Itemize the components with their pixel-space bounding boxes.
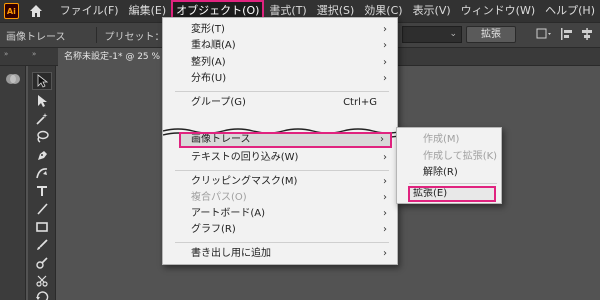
chevron-down-icon: ⌄	[449, 29, 457, 39]
chevron-right-icon: ›	[383, 73, 387, 84]
menu-item-arrange[interactable]: 重ね順(A) ›	[166, 38, 395, 54]
menu-item-label: 書き出し用に追加	[191, 248, 271, 259]
menu-item-label: 重ね順(A)	[191, 40, 236, 51]
chevron-right-icon: ›	[383, 57, 387, 68]
menu-item-label: クリッピングマスク(M)	[191, 176, 298, 187]
chevron-right-icon: ›	[383, 40, 387, 51]
collapse-icon[interactable]: »	[32, 50, 36, 58]
menu-item-label: アートボード(A)	[191, 208, 266, 219]
chevron-right-icon: ›	[383, 192, 387, 203]
magic-wand-icon[interactable]	[32, 110, 52, 128]
paintbrush-tool-icon[interactable]	[32, 236, 52, 254]
direct-selection-tool-icon[interactable]	[32, 92, 52, 110]
image-trace-submenu: 作成(M) 作成して拡張(K) 解除(R) 拡張(E)	[396, 127, 502, 204]
illustrator-logo: Ai	[4, 3, 19, 19]
transform-icon[interactable]	[536, 27, 551, 41]
menu-item-text-wrap[interactable]: テキストの回り込み(W) ›	[166, 150, 395, 166]
menu-item-transform[interactable]: 変形(T) ›	[166, 22, 395, 38]
appearance-panel-icon[interactable]	[5, 72, 21, 86]
collapse-icon[interactable]: »	[4, 50, 8, 58]
document-tab[interactable]: 名称未設定-1* @ 25 % (	[58, 48, 168, 66]
menu-item-label: 整列(A)	[191, 57, 226, 68]
home-icon[interactable]	[29, 4, 43, 18]
menu-item-distribute[interactable]: 分布(U) ›	[166, 71, 395, 87]
pen-tool-icon[interactable]	[32, 146, 52, 164]
chevron-right-icon: ›	[383, 24, 387, 35]
menu-item-group[interactable]: グループ(G) Ctrl+G	[166, 95, 395, 111]
menu-view[interactable]: 表示(V)	[408, 0, 456, 22]
separator	[95, 27, 97, 43]
type-tool-icon[interactable]	[32, 182, 52, 200]
align-left-icon[interactable]	[560, 27, 574, 41]
selection-tool-icon[interactable]	[32, 72, 52, 90]
chevron-right-icon: ›	[383, 152, 387, 163]
menu-item-label: 画像トレース	[191, 134, 251, 145]
submenu-item-make-and-expand[interactable]: 作成して拡張(K)	[400, 149, 498, 165]
menu-item-compound-path[interactable]: 複合パス(O) ›	[166, 190, 395, 206]
menu-item-artboards[interactable]: アートボード(A) ›	[166, 206, 395, 222]
chevron-right-icon: ›	[383, 224, 387, 235]
view-dropdown[interactable]: ⌄	[402, 26, 462, 43]
panel-strip	[0, 66, 26, 300]
menu-item-add-to-export[interactable]: 書き出し用に追加 ›	[166, 246, 395, 262]
menu-item-label: テキストの回り込み(W)	[191, 152, 299, 163]
chevron-right-icon: ›	[383, 176, 387, 187]
shortcut-label: Ctrl+G	[343, 97, 377, 108]
submenu-item-make[interactable]: 作成(M)	[400, 132, 498, 148]
menu-item-label: 分布(U)	[191, 73, 227, 84]
chevron-right-icon: ›	[383, 208, 387, 219]
shaper-tool-icon[interactable]	[32, 254, 52, 272]
submenu-item-release[interactable]: 解除(R)	[400, 165, 498, 181]
menu-item-image-trace[interactable]: 画像トレース ›	[179, 132, 392, 148]
menu-item-label: 複合パス(O)	[191, 192, 247, 203]
line-tool-icon[interactable]	[32, 200, 52, 218]
menu-separator	[175, 170, 389, 171]
menu-window[interactable]: ウィンドウ(W)	[456, 0, 540, 22]
menu-separator	[175, 91, 389, 92]
curvature-tool-icon[interactable]	[32, 164, 52, 182]
lasso-icon[interactable]	[32, 128, 52, 146]
expand-button[interactable]: 拡張	[466, 26, 516, 43]
menu-help[interactable]: ヘルプ(H)	[540, 0, 600, 22]
menu-item-label: 変形(T)	[191, 24, 225, 35]
submenu-item-expand[interactable]: 拡張(E)	[408, 186, 496, 202]
rectangle-tool-icon[interactable]	[32, 218, 52, 236]
menu-separator	[409, 183, 497, 184]
menu-separator	[175, 242, 389, 243]
rotate-tool-icon[interactable]	[32, 288, 52, 300]
chevron-right-icon: ›	[380, 134, 384, 145]
preset-label: プリセット：	[104, 31, 165, 43]
align-center-icon[interactable]	[580, 27, 594, 41]
tools-panel	[28, 66, 56, 300]
mode-label: 画像トレース	[6, 31, 66, 43]
menu-item-label: グループ(G)	[191, 97, 246, 108]
menu-file[interactable]: ファイル(F)	[55, 0, 124, 22]
menu-item-graph[interactable]: グラフ(R) ›	[166, 222, 395, 238]
menu-item-clipping-mask[interactable]: クリッピングマスク(M) ›	[166, 174, 395, 190]
object-menu: 変形(T) › 重ね順(A) › 整列(A) › 分布(U) › グループ(G) Ctrl…	[162, 17, 404, 265]
menu-item-label: グラフ(R)	[191, 224, 236, 235]
chevron-right-icon: ›	[383, 248, 387, 259]
menu-item-align[interactable]: 整列(A) ›	[166, 55, 395, 71]
